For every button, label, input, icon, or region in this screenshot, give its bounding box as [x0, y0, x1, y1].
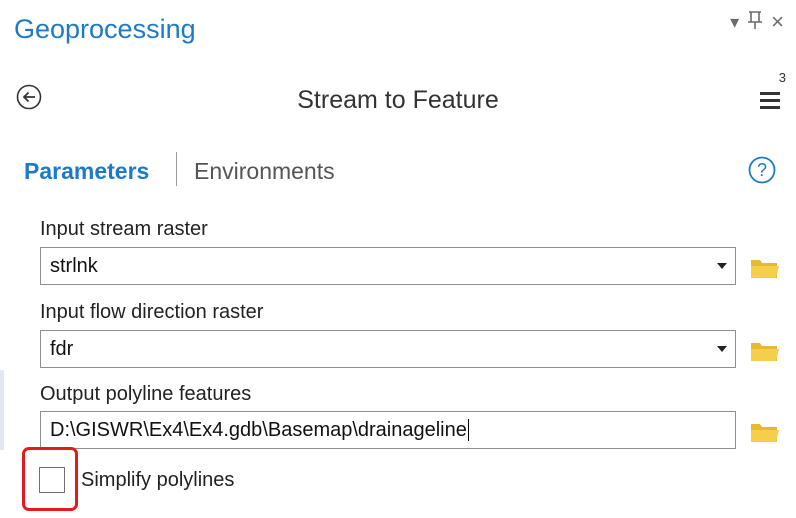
pane-controls: ▾ ×	[730, 10, 784, 34]
input-flow-direction-raster-label: Input flow direction raster	[40, 301, 264, 323]
svg-text:?: ?	[757, 160, 767, 180]
input-flow-direction-raster-dropdown[interactable]: fdr	[40, 330, 736, 368]
hamburger-menu-icon[interactable]	[758, 84, 784, 112]
output-polyline-features-value: D:\GISWR\Ex4\Ex4.gdb\Basemap\drainagelin…	[50, 418, 469, 442]
side-strip	[0, 370, 4, 450]
input-flow-direction-raster-value: fdr	[50, 337, 74, 360]
tab-environments[interactable]: Environments	[194, 158, 335, 185]
close-icon[interactable]: ×	[771, 11, 784, 33]
input-stream-raster-dropdown[interactable]: strlnk	[40, 247, 736, 285]
tab-separator	[176, 152, 177, 186]
tab-parameters[interactable]: Parameters	[24, 158, 149, 185]
folder-icon[interactable]	[750, 339, 780, 363]
simplify-polylines-label[interactable]: Simplify polylines	[81, 469, 234, 492]
pane-options-dropdown-icon[interactable]: ▾	[730, 13, 739, 31]
folder-icon[interactable]	[750, 420, 780, 444]
tool-title: Stream to Feature	[297, 86, 499, 114]
input-stream-raster-label: Input stream raster	[40, 218, 208, 240]
input-stream-raster-value: strlnk	[50, 254, 98, 277]
output-polyline-features-label: Output polyline features	[40, 383, 252, 405]
text-cursor	[467, 419, 469, 442]
output-polyline-features-input[interactable]: D:\GISWR\Ex4\Ex4.gdb\Basemap\drainagelin…	[40, 411, 736, 449]
chevron-down-icon[interactable]	[717, 263, 727, 269]
folder-icon[interactable]	[750, 256, 780, 280]
menu-count-badge: 3	[778, 70, 786, 85]
chevron-down-icon[interactable]	[717, 346, 727, 352]
annotation-highlight-box	[22, 447, 78, 511]
back-arrow-icon[interactable]	[16, 84, 42, 110]
pane-title: Geoprocessing	[14, 14, 196, 44]
pin-icon[interactable]	[747, 10, 763, 34]
help-icon[interactable]: ?	[748, 156, 776, 184]
